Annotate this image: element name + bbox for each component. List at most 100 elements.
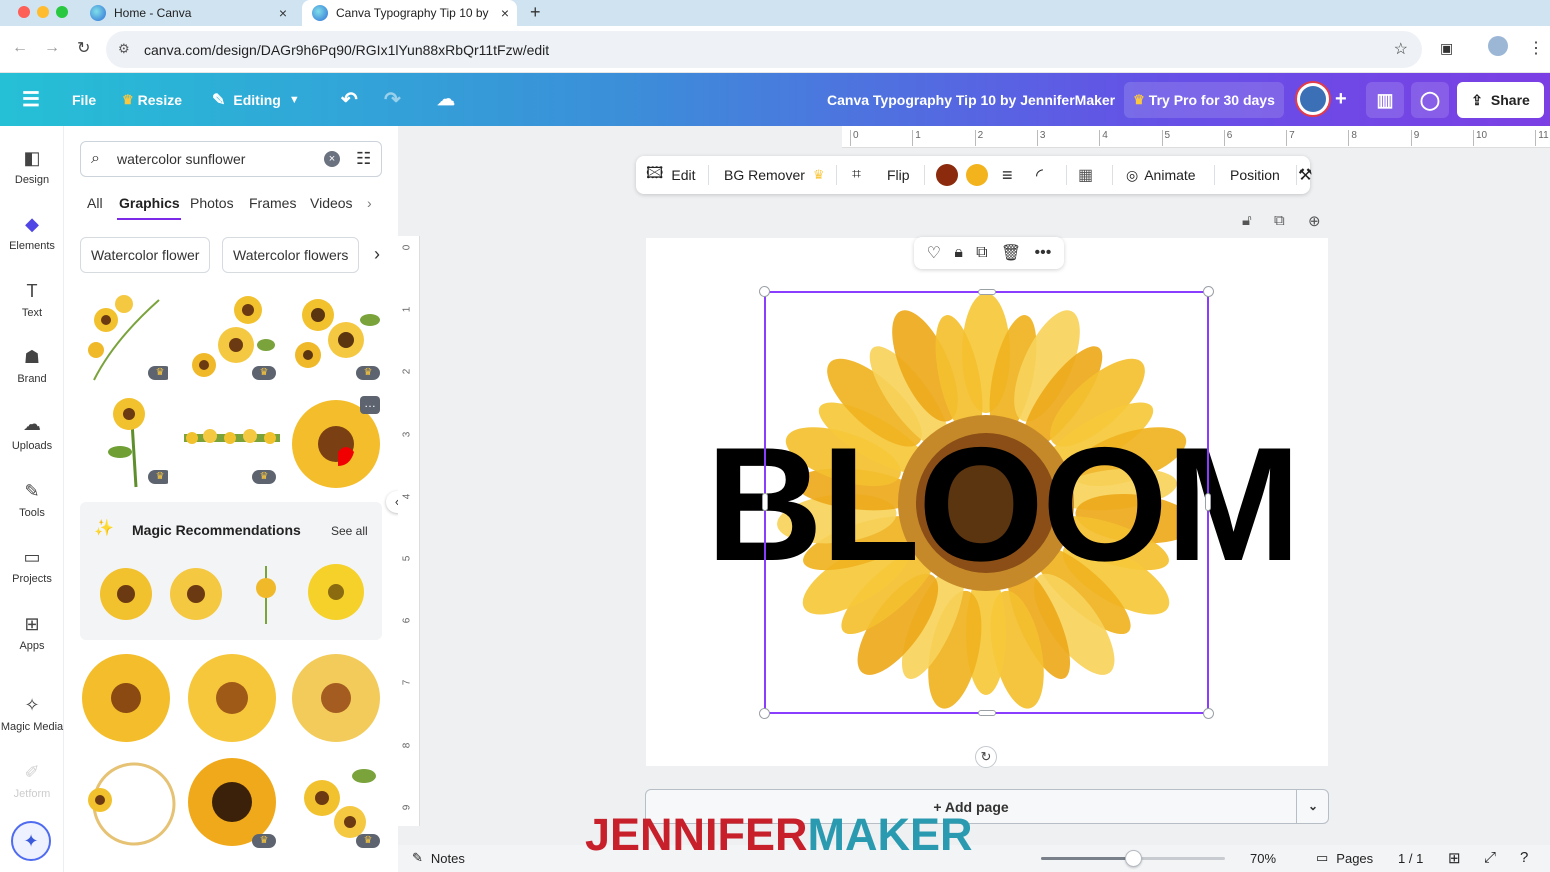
search-input[interactable]: ⌕ watercolor sunflower × ☷	[80, 141, 382, 177]
insights-chart-icon[interactable]: ▥	[1366, 82, 1404, 118]
forward-arrow-icon[interactable]: →	[44, 39, 60, 57]
site-info-icon[interactable]: ⚙	[118, 41, 130, 57]
tab-graphics[interactable]: Graphics	[119, 195, 180, 211]
rail-item-uploads[interactable]: ☁ Uploads	[0, 414, 64, 452]
flip-button[interactable]: Flip	[887, 156, 910, 194]
share-button[interactable]: ⇪ Share	[1457, 82, 1544, 118]
graphic-thumbnail[interactable]: ♛	[84, 392, 168, 490]
url-field[interactable]: ⚙ canva.com/design/DAGr9h6Pq90/RGIx1lYun…	[106, 31, 1422, 68]
notes-button[interactable]: ✎ Notes	[412, 850, 465, 866]
tabs-scroll-right-icon[interactable]: ›	[367, 195, 372, 211]
resize-handle[interactable]	[762, 493, 768, 511]
graphic-thumbnail[interactable]	[82, 756, 178, 852]
close-window-dot[interactable]	[18, 6, 30, 18]
lock-element-icon[interactable]: 🔒︎	[954, 244, 963, 262]
zoom-level[interactable]: 70%	[1250, 851, 1276, 866]
resize-handle[interactable]	[1203, 708, 1214, 719]
menu-hamburger-icon[interactable]: ☰	[22, 73, 40, 126]
document-title[interactable]: Canva Typography Tip 10 by JenniferMaker	[827, 73, 1115, 126]
recommendation-thumbnails[interactable]	[94, 560, 374, 626]
graphic-thumbnail[interactable]: ♛	[182, 392, 282, 490]
rail-item-design[interactable]: ◧ Design	[0, 148, 64, 186]
tab-photos[interactable]: Photos	[190, 195, 234, 211]
graphic-thumbnail[interactable]: ♛	[286, 756, 384, 852]
canva-assistant-icon[interactable]: ✦	[11, 821, 51, 861]
rail-item-text[interactable]: T Text	[0, 281, 64, 319]
close-tab-icon[interactable]: ×	[501, 5, 509, 21]
see-all-link[interactable]: See all	[331, 524, 368, 538]
rail-item-elements[interactable]: ◆ Elements	[0, 214, 64, 252]
zoom-slider-track[interactable]	[1041, 850, 1225, 867]
browser-tab-home[interactable]: Home - Canva ×	[80, 0, 295, 26]
new-tab-button[interactable]: +	[530, 2, 541, 23]
more-options-icon[interactable]: …	[360, 396, 380, 414]
resize-handle[interactable]	[759, 286, 770, 297]
chips-scroll-right-icon[interactable]: ›	[374, 244, 380, 265]
rotate-handle-icon[interactable]: ↻	[975, 746, 997, 768]
tab-all[interactable]: All	[87, 195, 103, 211]
pages-button[interactable]: ▭ Pages	[1316, 850, 1373, 866]
editing-mode-button[interactable]: ✎ Editing ▼	[212, 73, 300, 126]
animate-button[interactable]: ◎ Animate	[1126, 156, 1196, 194]
user-avatar[interactable]	[1295, 81, 1331, 117]
reload-icon[interactable]: ↻	[77, 38, 90, 58]
resize-handle[interactable]	[978, 289, 996, 295]
edit-image-button[interactable]: 🖾 Edit	[646, 156, 696, 194]
graphic-thumbnail[interactable]: ♛	[184, 756, 280, 852]
rail-item-magic-media[interactable]: ✧ Magic Media	[0, 695, 64, 733]
graphic-thumbnail[interactable]: ♛	[84, 290, 168, 386]
rail-item-apps[interactable]: ⊞ Apps	[0, 614, 64, 652]
corner-rounding-icon[interactable]: ◜	[1036, 156, 1043, 194]
collapse-panel-icon[interactable]: ‹	[386, 491, 398, 513]
delete-trash-icon[interactable]: 🗑︎	[1001, 243, 1021, 263]
copy-style-icon[interactable]: ⚒	[1298, 156, 1312, 194]
cloud-saved-icon[interactable]: ☁	[437, 73, 455, 126]
crop-icon[interactable]: ⌗	[852, 156, 861, 194]
try-pro-button[interactable]: ♛ Try Pro for 30 days	[1124, 82, 1284, 118]
zoom-slider-thumb[interactable]	[1125, 850, 1142, 867]
undo-icon[interactable]: ↶	[341, 73, 358, 126]
fullscreen-icon[interactable]: ⤢	[1484, 849, 1496, 866]
border-style-icon[interactable]: ≡	[1002, 156, 1013, 194]
resize-handle[interactable]	[759, 708, 770, 719]
bookmark-star-icon[interactable]: ☆	[1394, 39, 1408, 59]
close-tab-icon[interactable]: ×	[279, 5, 287, 21]
duplicate-element-icon[interactable]: ⧉	[976, 244, 987, 262]
sunflower-graphics-row[interactable]	[82, 650, 382, 750]
comments-icon[interactable]: ◯	[1411, 82, 1449, 118]
browser-menu-icon[interactable]: ⋮	[1528, 38, 1544, 58]
bg-remover-button[interactable]: BG Remover ♛	[724, 156, 829, 194]
rail-item-brand[interactable]: ☗ Brand	[0, 347, 64, 385]
duplicate-page-icon[interactable]: ⧉	[1274, 212, 1285, 229]
filter-sliders-icon[interactable]: ☷	[356, 149, 371, 169]
color-swatch-1[interactable]	[936, 156, 958, 194]
transparency-icon[interactable]: ▦	[1078, 156, 1093, 194]
maximize-window-dot[interactable]	[56, 6, 68, 18]
graphic-thumbnail[interactable]: ♛	[186, 290, 280, 386]
suggestion-chip[interactable]: Watercolor flower	[80, 237, 211, 273]
rail-item-tools[interactable]: ✎ Tools	[0, 481, 64, 519]
resize-button[interactable]: ♛ Resize	[122, 73, 182, 126]
position-button[interactable]: Position	[1230, 156, 1280, 194]
browser-tab-active[interactable]: Canva Typography Tip 10 by ×	[302, 0, 517, 26]
add-collaborator-button[interactable]: +	[1335, 73, 1347, 126]
file-menu-button[interactable]: File	[72, 73, 96, 126]
comment-icon[interactable]: ♡	[927, 243, 941, 263]
graphic-thumbnail[interactable]: ♛	[288, 290, 384, 386]
back-arrow-icon[interactable]: ←	[12, 39, 28, 57]
lock-page-icon[interactable]: 🔓︎	[1242, 212, 1252, 229]
grid-view-icon[interactable]: ⊞	[1448, 849, 1461, 867]
resize-handle[interactable]	[1203, 286, 1214, 297]
redo-icon[interactable]: ↷	[384, 73, 401, 126]
clear-search-icon[interactable]: ×	[324, 151, 340, 167]
profile-avatar-icon[interactable]	[1488, 36, 1508, 56]
minimize-window-dot[interactable]	[37, 6, 49, 18]
tab-videos[interactable]: Videos	[310, 195, 353, 211]
chevron-down-icon[interactable]: ⌄	[1298, 790, 1328, 823]
tab-frames[interactable]: Frames	[249, 195, 296, 211]
rail-item-jetform[interactable]: ✐ Jetform	[0, 762, 64, 800]
rail-item-projects[interactable]: ▭ Projects	[0, 547, 64, 585]
add-page-corner-icon[interactable]: ⊕	[1308, 212, 1321, 230]
more-menu-icon[interactable]: •••	[1035, 244, 1052, 262]
suggestion-chip[interactable]: Watercolor flowers	[222, 237, 360, 273]
